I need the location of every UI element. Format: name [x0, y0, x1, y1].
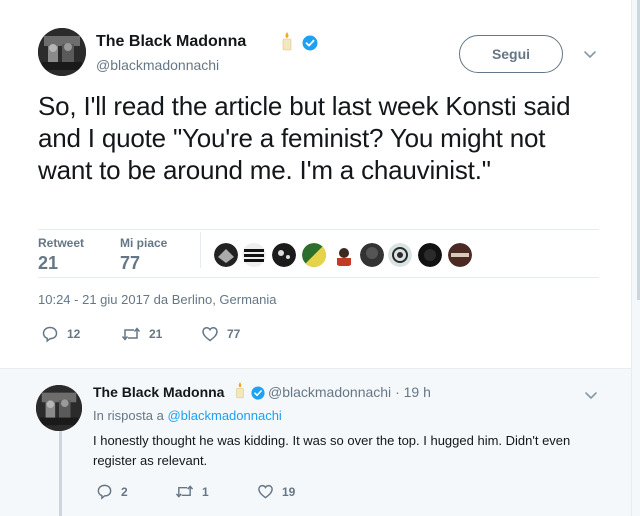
reply-retweet-count: 1	[202, 484, 209, 499]
author-avatar[interactable]	[38, 28, 86, 76]
reply-action[interactable]: 12	[41, 325, 80, 343]
reply-author-avatar[interactable]	[36, 385, 82, 431]
verified-badge-icon	[251, 386, 265, 405]
stat-separator	[200, 232, 201, 268]
author-name[interactable]: The Black Madonna	[96, 33, 246, 51]
candle-emoji-icon	[233, 381, 247, 404]
tweet-timestamp: 10:24 - 21 giu 2017 da Berlino, Germania	[38, 292, 277, 307]
reply-like-action[interactable]: 19	[257, 483, 295, 500]
reply-author-meta: @blackmadonnachi · 19 h	[268, 384, 431, 400]
heart-icon	[258, 484, 273, 499]
liker-avatar[interactable]	[332, 243, 356, 267]
reply-retweet-action[interactable]: 1	[175, 483, 209, 500]
author-handle[interactable]: @blackmadonnachi	[96, 57, 219, 73]
retweet-action[interactable]: 21	[121, 325, 162, 343]
reply-icon	[42, 326, 58, 343]
in-reply-handle-link[interactable]: @blackmadonnachi	[167, 408, 281, 423]
like-action[interactable]: 77	[201, 325, 240, 343]
liker-avatar[interactable]	[360, 243, 384, 267]
likes-stat-label[interactable]: Mi piace	[120, 236, 167, 250]
main-tweet: The Black Madonna @blackmadonnachi Segui…	[0, 0, 631, 368]
chevron-down-icon[interactable]	[584, 388, 598, 406]
tweet-text: So, I'll read the article but last week …	[38, 91, 571, 185]
retweet-stat-label[interactable]: Retweet	[38, 236, 84, 250]
reply-author-name[interactable]: The Black Madonna	[93, 384, 224, 400]
reply-author-handle[interactable]: @blackmadonnachi	[268, 384, 391, 400]
liker-avatar[interactable]	[214, 243, 238, 267]
liker-avatar[interactable]	[272, 243, 296, 267]
reply-icon	[97, 484, 112, 500]
time-separator: ·	[395, 384, 400, 400]
verified-badge-icon	[302, 35, 318, 56]
reply-like-count: 19	[282, 484, 296, 499]
in-reply-prefix: In risposta a	[93, 408, 164, 423]
liker-avatar[interactable]	[242, 243, 266, 267]
candle-emoji-icon	[279, 31, 295, 56]
reply-time[interactable]: 19 h	[404, 384, 431, 400]
in-reply-to: In risposta a @blackmadonnachi	[93, 408, 282, 423]
reply-count: 12	[67, 327, 81, 341]
liker-avatar[interactable]	[418, 243, 442, 267]
tweet-location[interactable]: Berlino, Germania	[172, 292, 277, 307]
retweet-stat-count[interactable]: 21	[38, 253, 58, 274]
reply-reply-count: 2	[121, 484, 128, 499]
divider	[38, 277, 599, 278]
liker-avatar[interactable]	[302, 243, 326, 267]
divider	[38, 229, 599, 230]
chevron-down-icon[interactable]	[583, 47, 597, 65]
reply-text: I honestly thought he was kidding. It wa…	[93, 433, 571, 468]
scrollbar[interactable]	[631, 0, 640, 516]
liker-avatar[interactable]	[448, 243, 472, 267]
timestamp-text[interactable]: 10:24 - 21 giu 2017 da	[38, 292, 172, 307]
follow-button[interactable]: Segui	[459, 35, 563, 73]
reply-reply-action[interactable]: 2	[96, 483, 128, 500]
retweet-icon	[121, 327, 141, 341]
thread-line	[59, 424, 62, 516]
retweet-icon	[175, 485, 194, 498]
like-count: 77	[227, 327, 241, 341]
retweet-count: 21	[149, 327, 163, 341]
likes-stat-count[interactable]: 77	[120, 253, 140, 274]
liker-avatar[interactable]	[388, 243, 412, 267]
heart-icon	[202, 327, 218, 342]
